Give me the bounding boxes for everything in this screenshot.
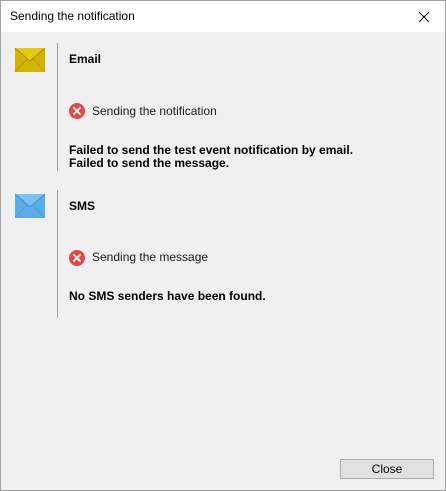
email-section-title: Email xyxy=(69,52,102,66)
window-close-button[interactable] xyxy=(403,1,445,32)
error-icon xyxy=(69,250,85,266)
email-status-text: Sending the notification xyxy=(92,104,217,118)
title-bar: Sending the notification xyxy=(1,1,445,32)
email-section-divider xyxy=(57,43,58,171)
close-button[interactable]: Close xyxy=(340,459,434,479)
email-error-message-line: Failed to send the test event notificati… xyxy=(69,143,354,157)
sms-section-divider xyxy=(57,190,58,318)
email-envelope-icon xyxy=(15,48,45,72)
email-error-message-line: Failed to send the message. xyxy=(69,156,230,170)
sms-envelope-icon xyxy=(15,194,45,218)
close-icon xyxy=(418,11,430,22)
sms-status-text: Sending the message xyxy=(92,250,209,264)
window-title: Sending the notification xyxy=(10,9,135,23)
error-icon xyxy=(69,103,85,119)
dialog-content: Email Sending the notification Failed to… xyxy=(1,32,445,490)
notification-dialog: Sending the notification Email Sending t… xyxy=(0,0,446,491)
sms-section-title: SMS xyxy=(69,199,96,213)
sms-error-message-line: No SMS senders have been found. xyxy=(69,289,266,303)
